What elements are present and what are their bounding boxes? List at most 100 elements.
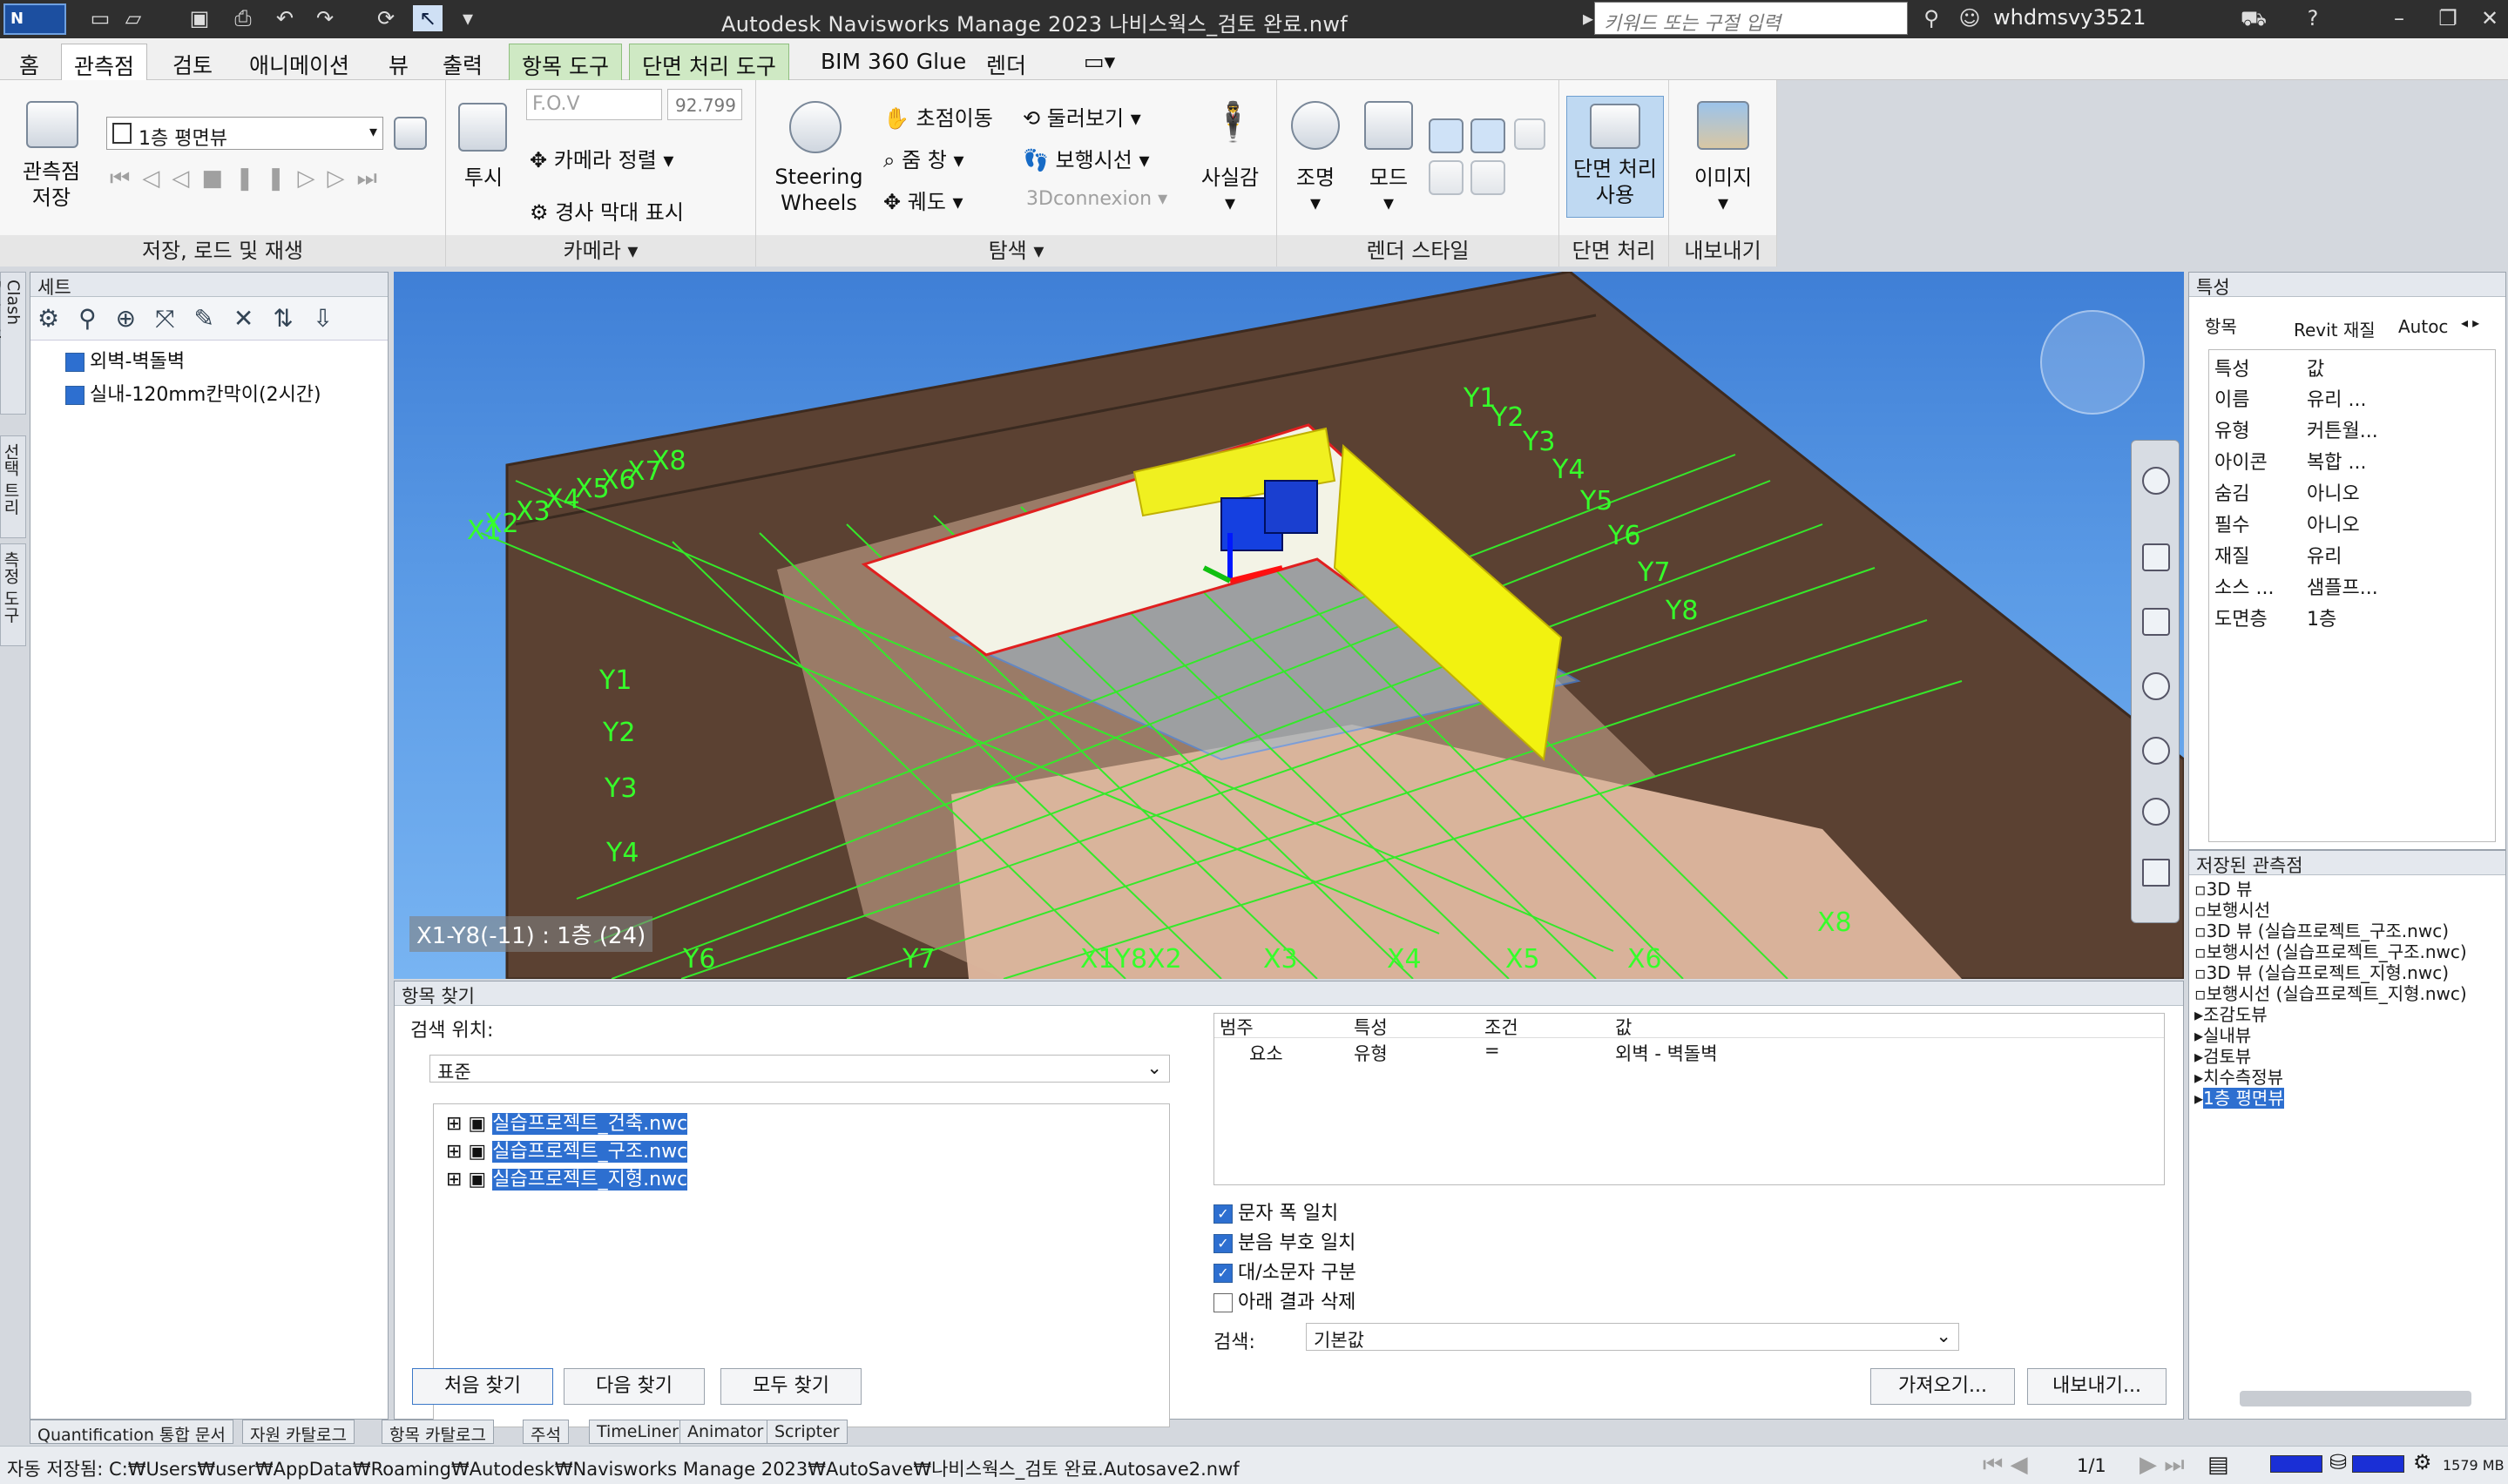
tab-viewpoint[interactable]: 관측점 [61, 44, 148, 80]
show-tilt-bar-button[interactable]: ⚙ 경사 막대 표시 [530, 195, 684, 226]
open-icon[interactable]: ▱ [118, 5, 148, 31]
tab-scripter[interactable]: Scripter [767, 1420, 848, 1444]
mode-button[interactable]: 모드 ▾ [1361, 160, 1416, 215]
properties-tab-revit-material[interactable]: Revit 재질 [2294, 316, 2376, 341]
look-icon[interactable] [2142, 737, 2170, 765]
orbit-tool-button[interactable]: ✥ 궤도 ▾ [883, 185, 963, 215]
fov-value-field[interactable]: 92.799 [667, 89, 742, 120]
saved-viewpoints-list[interactable]: ▫3D 뷰 ▫보행시선 ▫3D 뷰 (실습프로젝트_구조.nwc) ▫보행시선 … [2194, 879, 2467, 1109]
viewpoint-dropdown[interactable]: 1층 평면뷰 ▾ [106, 117, 383, 150]
edit-viewpoint-icon[interactable] [394, 117, 427, 150]
orbit-button[interactable]: ⟲ 둘러보기 ▾ [1023, 101, 1141, 132]
set-item[interactable]: 실내-120mm칸막이(2시간) [65, 379, 321, 407]
enable-sectioning-toggle[interactable]: 단면 처리 사용 [1566, 96, 1664, 218]
close-icon[interactable]: ✕ [2469, 3, 2508, 33]
tab-review[interactable]: 검토 [160, 44, 225, 80]
horizontal-scrollbar[interactable] [2240, 1391, 2471, 1406]
tab-comments[interactable]: 주석 [523, 1420, 569, 1445]
render-point-icon[interactable] [1429, 160, 1464, 195]
orbit-icon[interactable] [2142, 672, 2170, 700]
lighting-button[interactable]: 조명 ▾ [1289, 160, 1342, 215]
tab-item-catalog[interactable]: 항목 카탈로그 [382, 1420, 494, 1445]
search-in-dropdown[interactable]: 표준 ⌄ [429, 1055, 1170, 1083]
user-name[interactable]: whdmsvy3521 [1993, 5, 2146, 30]
mode-icon[interactable] [1364, 101, 1413, 150]
viewcube-icon[interactable] [2040, 310, 2145, 415]
perspective-icon[interactable] [458, 103, 507, 152]
side-tab-selection-tree[interactable]: 선택 트리 [0, 435, 26, 538]
app-logo-icon[interactable]: N MAN [3, 3, 66, 56]
user-icon[interactable]: ☺ [1955, 5, 1984, 31]
match-width-checkbox[interactable]: ✓ 문자 폭 일치 [1213, 1197, 1338, 1225]
saved-viewpoint-item[interactable]: ▫3D 뷰 [2194, 879, 2467, 900]
file-tree-item[interactable]: ⊞ ▣ 실습프로젝트_구조.nwc [446, 1136, 688, 1164]
properties-tab-autocad[interactable]: Autoc [2398, 316, 2448, 337]
prune-below-checkbox[interactable]: 아래 결과 삭제 [1213, 1286, 1355, 1314]
minimize-icon[interactable]: – [2378, 3, 2420, 33]
saved-viewpoint-item[interactable]: ▫보행시선 (실습프로젝트_지형.nwc) [2194, 983, 2467, 1004]
undo-icon[interactable]: ↶ [270, 5, 300, 31]
saved-viewpoint-item[interactable]: ▸실내뷰 [2194, 1025, 2467, 1046]
select-pointer-icon[interactable] [2142, 859, 2170, 887]
render-line-icon[interactable] [1470, 118, 1505, 153]
properties-grid[interactable]: 특성 값 이름 유형 아이콘 숨김 필수 재질 소스 ... 도면층 유리 ... 커튼월...… [2208, 349, 2496, 842]
tab-quantification[interactable]: Quantification 통합 문서 [30, 1420, 233, 1445]
saved-viewpoint-item[interactable]: ▸치수측정뷰 [2194, 1067, 2467, 1088]
refresh-icon[interactable]: ⟳ [371, 5, 401, 31]
help-icon[interactable]: ? [2298, 5, 2328, 31]
tab-resource-catalog[interactable]: 자원 카탈로그 [242, 1420, 355, 1445]
print-icon[interactable]: ⎙ [228, 5, 258, 31]
tab-item-tools[interactable]: 항목 도구 [509, 44, 622, 80]
save-viewpoint-button[interactable]: 관측점 저장 [12, 159, 91, 211]
tab-timeliner[interactable]: TimeLiner [589, 1420, 686, 1444]
find-first-button[interactable]: 처음 찾기 [412, 1368, 553, 1405]
file-tree-item[interactable]: ⊞ ▣ 실습프로젝트_지형.nwc [446, 1164, 688, 1191]
side-tab-clash-detective[interactable]: Clash Detective [0, 272, 26, 415]
render-text-icon[interactable] [1470, 160, 1505, 195]
steering-wheels-button[interactable]: Steering Wheels [768, 164, 869, 216]
tab-extra-icon[interactable]: ▭▾ [1071, 44, 1127, 80]
new-file-icon[interactable]: ▭ [85, 5, 115, 31]
perspective-button[interactable]: 투시 [455, 160, 512, 191]
walk-button[interactable]: 👣 보행시선 ▾ [1023, 143, 1150, 173]
tab-sectioning-tools[interactable]: 단면 처리 도구 [629, 44, 789, 80]
tab-home[interactable]: 홈 [7, 44, 51, 80]
match-diacritics-checkbox[interactable]: ✓ 분음 부호 일치 [1213, 1227, 1355, 1255]
render-full-icon[interactable] [1429, 118, 1464, 153]
full-navigation-wheel-icon[interactable] [2142, 467, 2170, 495]
fov-slider[interactable]: F.O.V [526, 89, 662, 120]
image-icon[interactable] [1697, 101, 1749, 150]
pan-icon[interactable] [2142, 543, 2170, 571]
search-input[interactable]: 키워드 또는 구절 입력 [1594, 2, 1908, 35]
binoculars-icon[interactable]: ⚲ [1916, 5, 1946, 31]
find-all-button[interactable]: 모두 찾기 [720, 1368, 862, 1405]
criteria-grid-row[interactable]: 요소 유형 = 외벽 - 벽돌벽 [1214, 1040, 2164, 1064]
tab-output[interactable]: 출력 [430, 44, 495, 80]
saved-viewpoint-item[interactable]: ▸조감도뷰 [2194, 1004, 2467, 1025]
saved-viewpoint-item[interactable]: ▫3D 뷰 (실습프로젝트_구조.nwc) [2194, 921, 2467, 941]
search-mode-dropdown[interactable]: 기본값 ⌄ [1306, 1323, 1959, 1351]
tab-animation[interactable]: 애니메이션 [237, 44, 362, 80]
tab-render[interactable]: 렌더 [974, 44, 1038, 80]
camera-save-icon[interactable] [26, 101, 78, 148]
zoom-icon[interactable] [2142, 608, 2170, 636]
saved-viewpoint-item[interactable]: ▫3D 뷰 (실습프로젝트_지형.nwc) [2194, 962, 2467, 983]
image-export-button[interactable]: 이미지 ▾ [1687, 160, 1760, 215]
dropdown-icon[interactable]: ▾ [453, 5, 483, 31]
walk-icon[interactable] [2142, 798, 2170, 826]
saved-viewpoint-item[interactable]: ▫보행시선 (실습프로젝트_구조.nwc) [2194, 941, 2467, 962]
zoom-window-button[interactable]: ⌕ 줌 창 ▾ [883, 143, 964, 173]
export-button[interactable]: 내보내기... [2027, 1368, 2167, 1405]
file-tree-item[interactable]: ⊞ ▣ 실습프로젝트_건축.nwc [446, 1108, 688, 1136]
steering-wheel-icon[interactable] [789, 101, 842, 153]
match-case-checkbox[interactable]: ✓ 대/소문자 구분 [1213, 1257, 1356, 1285]
playback-controls[interactable]: ⏮◁◁■❚❚▷▷⏭ [110, 165, 389, 192]
sets-toolbar-icons[interactable]: ⚙⚲⊕⤧✎✕⇅⇩ [37, 304, 352, 334]
side-tab-measure-tools[interactable]: 측정 도구 [0, 543, 26, 646]
saved-viewpoint-item[interactable]: ▫보행시선 [2194, 900, 2467, 921]
saved-viewpoint-item[interactable]: ▸검토뷰 [2194, 1046, 2467, 1067]
align-camera-button[interactable]: ✥ 카메라 정렬 ▾ [530, 143, 673, 173]
scroll-tabs-icon[interactable]: ◂ ▸ [2461, 314, 2479, 331]
save-icon[interactable]: ▣ [185, 5, 214, 31]
properties-tab-item[interactable]: 항목 [2205, 313, 2237, 338]
